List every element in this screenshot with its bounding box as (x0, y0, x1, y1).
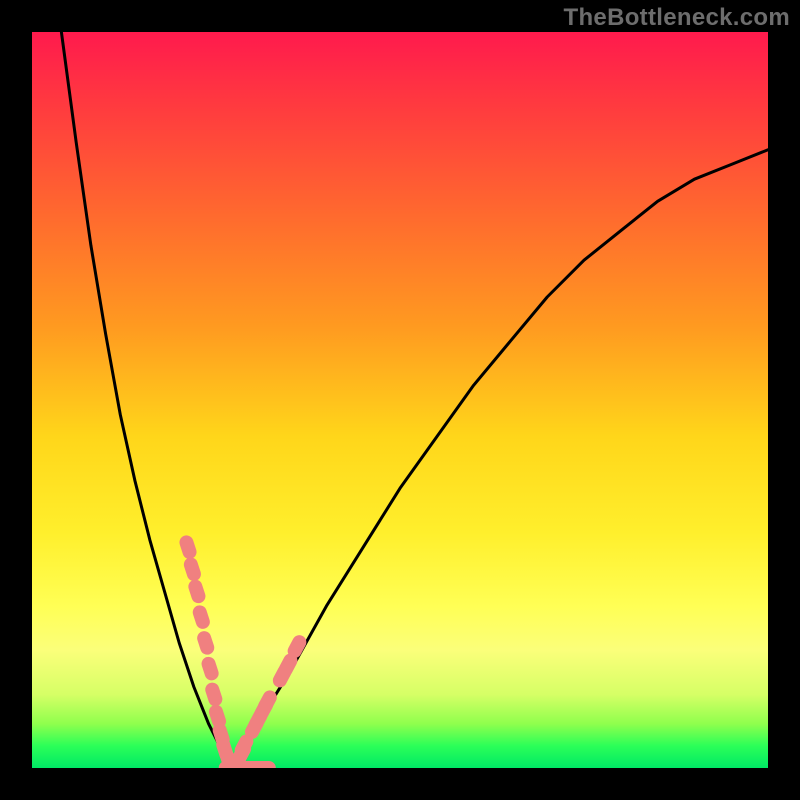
annotation-dot (219, 761, 243, 768)
annotation-dot (222, 754, 243, 768)
annotation-dot (230, 739, 254, 767)
annotation-dot (256, 688, 280, 716)
annotation-dot (200, 655, 221, 682)
annotation-dot (191, 604, 212, 631)
annotation-dot (187, 578, 208, 605)
annotation-dot (178, 534, 199, 561)
annotation-dot (211, 721, 232, 748)
annotation-dot (276, 651, 300, 679)
annotation-dot (182, 556, 203, 583)
chart-stage: TheBottleneck.com (0, 0, 800, 800)
annotation-dot (214, 736, 235, 763)
annotation-dot (252, 761, 276, 768)
curve-left-arm (61, 32, 230, 768)
annotation-dot (232, 732, 256, 760)
curve-right-arm (231, 150, 768, 768)
annotation-dot (195, 629, 216, 656)
annotation-dots-layer (178, 534, 309, 768)
watermark-text: TheBottleneck.com (564, 4, 790, 32)
annotation-dot (230, 761, 254, 768)
plot-area (32, 32, 768, 768)
chart-overlay-svg (32, 32, 768, 768)
annotation-dot (246, 706, 270, 734)
annotation-dot (207, 703, 228, 730)
annotation-dot (270, 662, 294, 690)
annotation-dot (252, 695, 276, 723)
annotation-dot (242, 714, 266, 742)
annotation-dot (285, 633, 309, 661)
annotation-dot (241, 761, 265, 768)
annotation-dot (218, 747, 239, 768)
annotation-dot (203, 681, 224, 708)
curve-layer (61, 32, 768, 768)
